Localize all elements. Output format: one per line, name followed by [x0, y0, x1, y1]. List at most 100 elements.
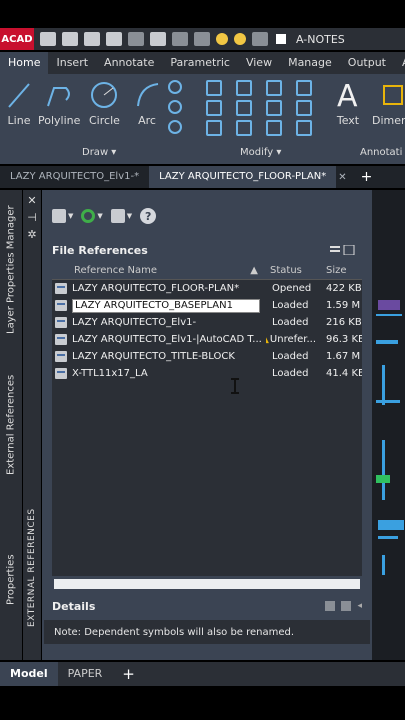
save-as-icon[interactable] — [106, 32, 122, 46]
table-row[interactable]: LAZY ARQUITECTO_Elv1- Loaded 216 KB — [52, 314, 362, 331]
row-size: 1.67 M — [326, 351, 361, 362]
external-references-tab[interactable]: External References — [0, 370, 22, 480]
properties-tab[interactable]: Properties — [0, 545, 22, 615]
table-row[interactable]: LAZY ARQUITECTO_Elv1-|AutoCAD T... ▲Unre… — [52, 331, 362, 348]
help-icon[interactable]: ? — [140, 208, 157, 224]
offset-icon[interactable] — [296, 120, 312, 136]
circle-tool[interactable]: Circle — [89, 80, 120, 127]
palette-pin-icon[interactable]: ⊣ — [23, 211, 41, 224]
chevron-down-icon[interactable]: ▼ — [68, 212, 73, 220]
annotation-panel-label[interactable]: Annotati — [360, 147, 402, 158]
table-row[interactable]: LAZY ARQUITECTO_BASEPLAN1 Loaded 1.59 M — [52, 297, 362, 314]
horizontal-scrollbar[interactable] — [52, 576, 362, 592]
table-row[interactable]: LAZY ARQUITECTO_TITLE-BLOCK Loaded 1.67 … — [52, 348, 362, 365]
new-file-icon[interactable] — [40, 32, 56, 46]
refresh-icon[interactable] — [81, 209, 96, 223]
text-icon: A — [337, 80, 358, 110]
collapse-icon[interactable]: ◂ — [357, 601, 362, 611]
row-name: LAZY ARQUITECTO_Elv1-|AutoCAD T... — [72, 334, 262, 345]
tab-view[interactable]: View — [238, 52, 280, 74]
tab-annotate[interactable]: Annotate — [96, 52, 162, 74]
rotate-icon[interactable] — [236, 80, 252, 96]
explode-icon[interactable] — [296, 100, 312, 116]
new-tab-button[interactable]: + — [361, 169, 373, 185]
layer-properties-tab[interactable]: Layer Properties Manager — [0, 200, 22, 340]
external-references-palette: ▼ ▼ ▼ ? File References Reference Name ▲… — [42, 190, 372, 660]
chevron-down-icon[interactable]: ▼ — [127, 212, 132, 220]
save-icon[interactable] — [84, 32, 100, 46]
stretch-icon[interactable] — [206, 120, 222, 136]
mirror-icon[interactable] — [236, 100, 252, 116]
dimension-tool[interactable]: Dimens — [372, 80, 405, 127]
tab-output[interactable]: Output — [340, 52, 394, 74]
tab-paper[interactable]: PAPER — [58, 662, 113, 686]
array-icon[interactable] — [266, 120, 282, 136]
tab-add[interactable]: Add — [394, 52, 405, 74]
dimension-icon — [382, 85, 403, 105]
draw-extra-tools — [168, 80, 184, 134]
line-icon — [8, 83, 30, 108]
open-folder-icon[interactable] — [62, 32, 78, 46]
tab-home[interactable]: Home — [0, 52, 49, 74]
line-tool[interactable]: Line — [6, 80, 32, 127]
arc-tool[interactable]: Arc — [134, 80, 160, 127]
column-reference-name[interactable]: Reference Name ▲ — [52, 265, 266, 276]
trim-icon[interactable] — [266, 80, 282, 96]
change-path-icon[interactable] — [110, 209, 125, 223]
layer-color-swatch[interactable] — [276, 34, 286, 44]
palette-toolbar: ▼ ▼ ▼ ? — [52, 208, 157, 224]
modify-panel-label[interactable]: Modify ▾ — [240, 147, 281, 158]
tab-insert[interactable]: Insert — [48, 52, 96, 74]
attach-dwg-icon[interactable] — [52, 209, 66, 223]
close-icon[interactable]: ✕ — [338, 172, 346, 183]
add-layout-button[interactable]: + — [112, 665, 145, 683]
rectangle-icon[interactable] — [168, 80, 182, 94]
fillet-icon[interactable] — [266, 100, 282, 116]
file-references-list: Reference Name ▲ Status Size LAZY ARQUIT… — [52, 262, 362, 592]
drawing-canvas[interactable] — [372, 190, 405, 660]
undo-icon[interactable] — [172, 32, 188, 46]
view-toggle-icon[interactable] — [330, 245, 358, 255]
layer-icon[interactable] — [252, 32, 268, 46]
tab-manage[interactable]: Manage — [280, 52, 340, 74]
palette-close-icon[interactable]: ✕ — [23, 194, 41, 207]
print-icon[interactable] — [150, 32, 166, 46]
rename-input[interactable]: LAZY ARQUITECTO_BASEPLAN1 — [72, 298, 260, 313]
web-icon[interactable] — [128, 32, 144, 46]
column-status[interactable]: Status — [266, 265, 322, 276]
sun-icon[interactable] — [234, 33, 246, 45]
column-size[interactable]: Size — [322, 265, 362, 276]
move-icon[interactable] — [206, 80, 222, 96]
redo-icon[interactable] — [194, 32, 210, 46]
draw-panel-label[interactable]: Draw ▾ — [82, 147, 116, 158]
dimension-tool-label: Dimens — [372, 114, 405, 127]
row-status: Loaded — [272, 351, 309, 362]
table-row[interactable]: LAZY ARQUITECTO_FLOOR-PLAN* Opened 422 K… — [52, 280, 362, 297]
palette-settings-icon[interactable]: ✲ — [23, 228, 41, 241]
copy-icon[interactable] — [206, 100, 222, 116]
erase-icon[interactable] — [296, 80, 312, 96]
file-references-header: File References — [52, 240, 362, 260]
doc-tab-floor-plan[interactable]: LAZY ARQUITECTO_FLOOR-PLAN* — [149, 166, 337, 188]
text-cursor-icon — [231, 378, 239, 394]
app-logo[interactable]: A CAD — [0, 28, 34, 50]
tab-model[interactable]: Model — [0, 662, 58, 686]
ellipse-icon[interactable] — [168, 100, 182, 114]
svg-text:A: A — [337, 80, 358, 110]
light-bulb-icon[interactable] — [216, 33, 228, 45]
workspace-title[interactable]: A-NOTES — [296, 33, 345, 46]
doc-tab-elv1[interactable]: LAZY ARQUITECTO_Elv1-* — [0, 166, 149, 188]
text-tool[interactable]: A Text — [334, 80, 362, 127]
preview-icon[interactable] — [341, 601, 352, 611]
table-row[interactable]: X-TTL11x17_LA Loaded 41.4 KE — [52, 365, 362, 382]
polyline-tool[interactable]: Polyline — [38, 80, 80, 127]
chevron-down-icon[interactable]: ▼ — [97, 212, 102, 220]
scale-icon[interactable] — [236, 120, 252, 136]
row-name: LAZY ARQUITECTO_TITLE-BLOCK — [72, 351, 235, 362]
row-status: Opened — [272, 283, 312, 294]
row-name: LAZY ARQUITECTO_FLOOR-PLAN* — [72, 283, 240, 294]
arc-icon — [137, 83, 159, 107]
hatch-icon[interactable] — [168, 120, 182, 134]
tab-parametric[interactable]: Parametric — [162, 52, 238, 74]
details-view-icon[interactable] — [325, 601, 336, 611]
